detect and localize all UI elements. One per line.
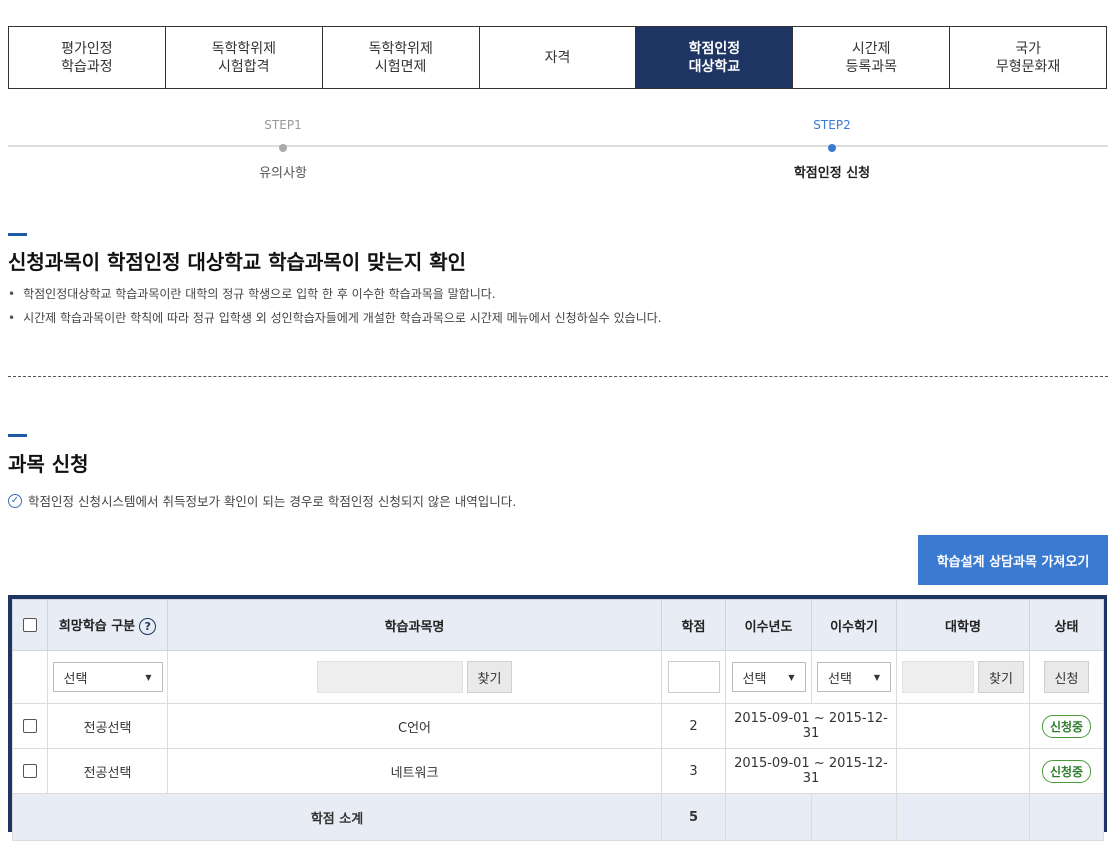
section-title-apply: 과목 신청 — [8, 452, 89, 476]
status-badge: 신청중 — [1041, 759, 1092, 783]
summary-label: 학점 소계 — [12, 793, 662, 841]
row-course: C언어 — [167, 703, 662, 749]
step-1: STEP1 유의사항 — [233, 118, 333, 181]
header-credit: 학점 — [661, 599, 726, 651]
header-status: 상태 — [1029, 599, 1104, 651]
notice: ✓ 학점인정 신청시스템에서 취득정보가 확인이 되는 경우로 학점인정 신청되… — [8, 491, 516, 510]
summary-total: 5 — [661, 793, 726, 841]
category-tabs: 평가인정 학습과정 독학학위제 시험합격 독학학위제 시험면제 자격 학점인정 … — [8, 26, 1107, 89]
row-category: 전공선택 — [47, 748, 168, 794]
chevron-down-icon: ▼ — [873, 672, 880, 682]
select-all-checkbox[interactable] — [23, 618, 37, 632]
section-divider — [8, 376, 1108, 377]
header-university: 대학명 — [896, 599, 1030, 651]
find-course-button[interactable]: 찾기 — [466, 661, 513, 693]
row-course: 네트워크 — [167, 748, 662, 794]
row-checkbox[interactable] — [23, 764, 37, 778]
year-select[interactable]: 선택 ▼ — [731, 662, 806, 692]
status-badge: 신청중 — [1041, 714, 1092, 738]
row-credit: 3 — [661, 748, 726, 794]
step-1-name: 유의사항 — [259, 166, 307, 181]
find-university-button[interactable]: 찾기 — [978, 661, 1024, 693]
tab-part-time[interactable]: 시간제 등록과목 — [793, 27, 951, 88]
notice-text: 학점인정 신청시스템에서 취득정보가 확인이 되는 경우로 학점인정 신청되지 … — [28, 494, 517, 509]
tab-self-degree-pass[interactable]: 독학학위제 시험합격 — [166, 27, 323, 88]
step-2-label: STEP2 — [813, 118, 851, 132]
apply-button[interactable]: 신청 — [1043, 661, 1090, 693]
tab-intangible-heritage[interactable]: 국가 무형문화재 — [950, 27, 1106, 88]
header-category: 희망학습 구분 — [58, 619, 136, 634]
bullet-item: 학점인정대상학교 학습과목이란 대학의 정규 학생으로 입학 한 후 이수한 학… — [8, 282, 662, 306]
step-1-label: STEP1 — [264, 118, 302, 132]
chevron-down-icon: ▼ — [145, 672, 152, 682]
header-course: 학습과목명 — [167, 599, 662, 651]
row-category: 전공선택 — [47, 703, 168, 749]
info-bullets: 학점인정대상학교 학습과목이란 대학의 정규 학생으로 입학 한 후 이수한 학… — [8, 282, 662, 330]
category-select[interactable]: 선택 ▼ — [52, 662, 163, 692]
chevron-down-icon: ▼ — [788, 672, 795, 682]
step-2-name: 학점인정 신청 — [793, 166, 871, 181]
check-circle-icon: ✓ — [8, 493, 22, 508]
summary-row: 학점 소계 5 — [12, 793, 1104, 841]
step-2: STEP2 학점인정 신청 — [772, 118, 892, 181]
step-2-dot — [828, 144, 836, 152]
section-marker — [8, 434, 27, 437]
tab-certificate[interactable]: 자격 — [480, 27, 637, 88]
row-university — [896, 703, 1030, 749]
university-input[interactable] — [902, 661, 975, 693]
row-period: 2015-09-01 ~ 2015-12-31 — [725, 703, 897, 749]
import-consult-courses-button[interactable]: 학습설계 상담과목 가져오기 — [918, 535, 1108, 585]
tab-evaluation[interactable]: 평가인정 학습과정 — [9, 27, 166, 88]
credit-input[interactable] — [667, 661, 720, 693]
step-progress-line — [8, 145, 1108, 147]
table-row: 전공선택 C언어 2 2015-09-01 ~ 2015-12-31 신청중 — [12, 703, 1104, 749]
course-name-input[interactable] — [316, 661, 463, 693]
row-university — [896, 748, 1030, 794]
row-period: 2015-09-01 ~ 2015-12-31 — [725, 748, 897, 794]
filter-row: 선택 ▼ 찾기 선택 ▼ 선택 ▼ 찾기 신청 — [12, 650, 1104, 704]
step-1-dot — [279, 144, 287, 152]
tab-self-degree-exempt[interactable]: 독학학위제 시험면제 — [323, 27, 480, 88]
bullet-item: 시간제 학습과목이란 학칙에 따라 정규 입학생 외 성인학습자들에게 개설한 … — [8, 306, 662, 330]
row-checkbox[interactable] — [23, 719, 37, 733]
row-credit: 2 — [661, 703, 726, 749]
course-table: 희망학습 구분? 학습과목명 학점 이수년도 이수학기 대학명 상태 선택 ▼ 찾… — [8, 595, 1107, 841]
table-row: 전공선택 네트워크 3 2015-09-01 ~ 2015-12-31 신청중 — [12, 748, 1104, 794]
section-title-confirm: 신청과목이 학점인정 대상학교 학습과목이 맞는지 확인 — [8, 250, 467, 274]
header-year: 이수년도 — [725, 599, 812, 651]
tab-credit-school[interactable]: 학점인정 대상학교 — [636, 27, 794, 88]
section-marker — [8, 233, 27, 236]
table-header: 희망학습 구분? 학습과목명 학점 이수년도 이수학기 대학명 상태 — [12, 599, 1104, 651]
header-term: 이수학기 — [811, 599, 897, 651]
help-icon[interactable]: ? — [139, 618, 157, 635]
term-select[interactable]: 선택 ▼ — [817, 662, 891, 692]
